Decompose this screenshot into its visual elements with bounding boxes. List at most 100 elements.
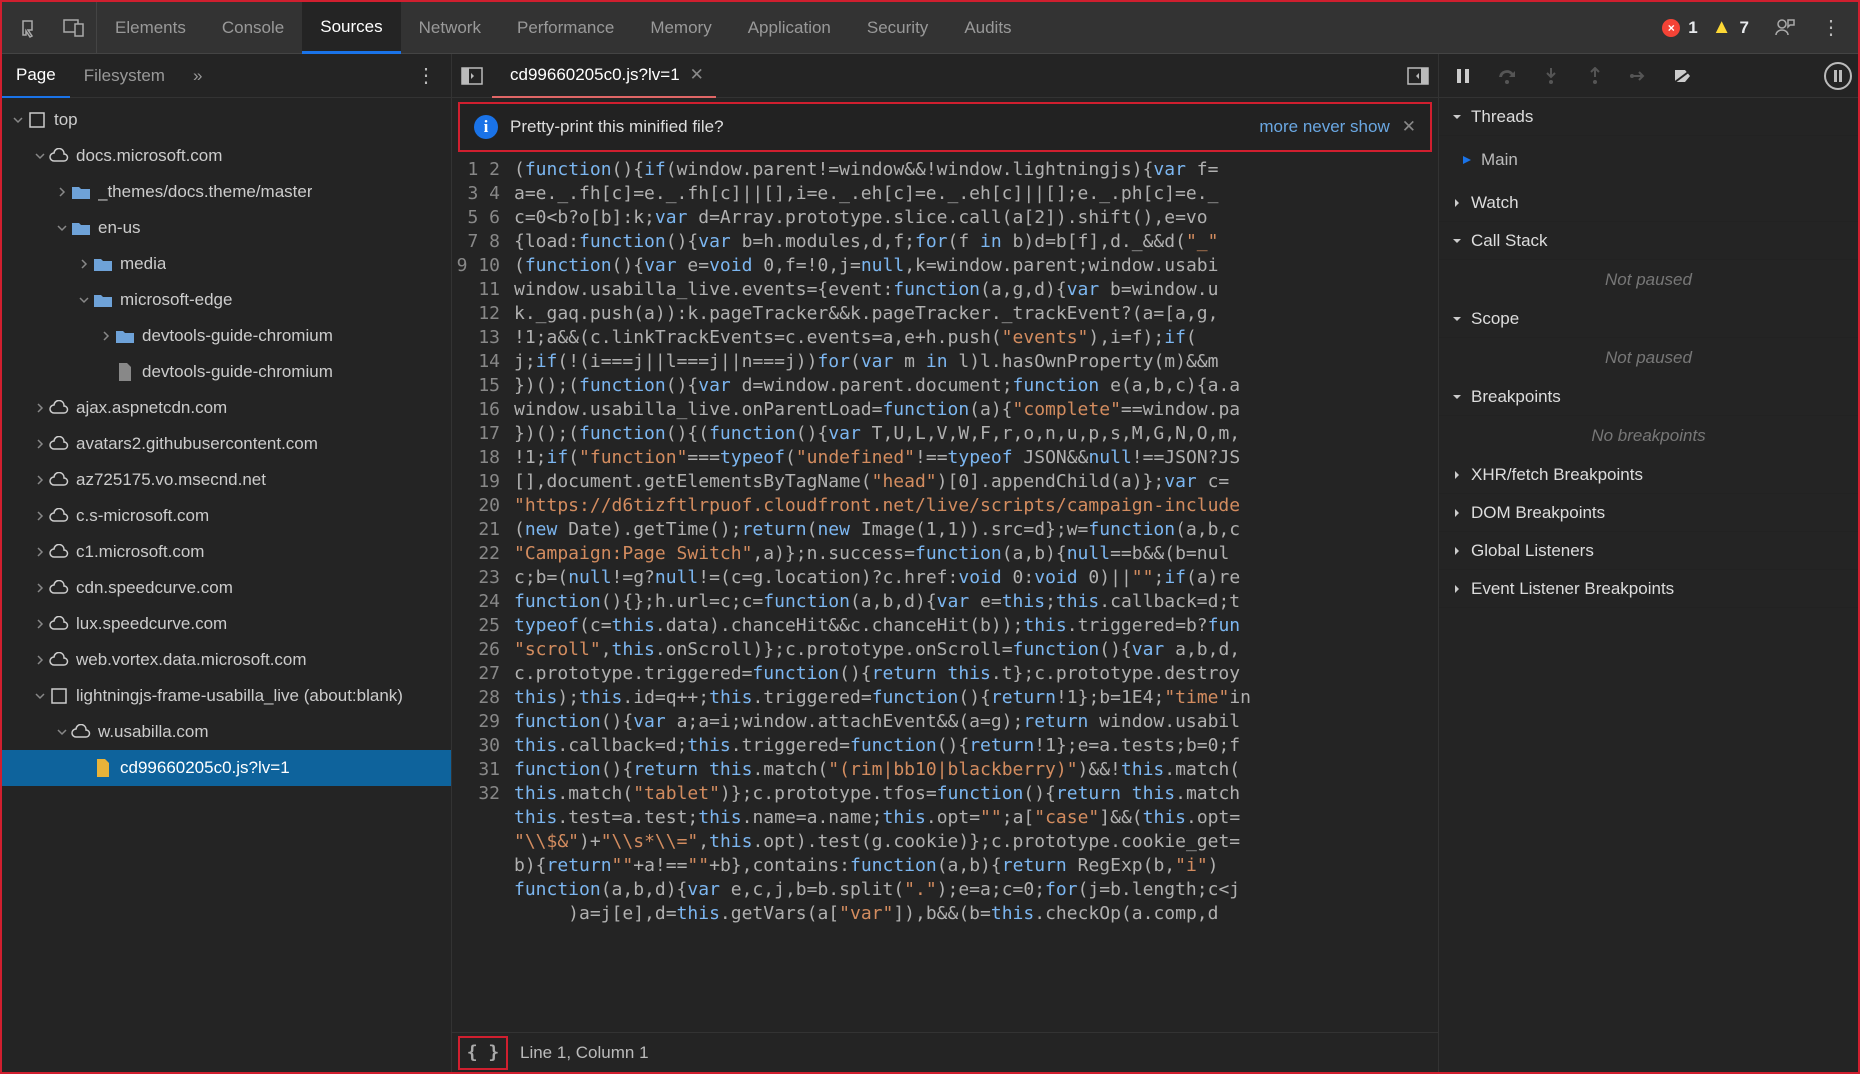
- tree-arrow-icon[interactable]: [76, 292, 92, 308]
- section-header[interactable]: Call Stack: [1439, 222, 1858, 260]
- tree-item[interactable]: devtools-guide-chromium: [2, 354, 451, 390]
- tree-item[interactable]: w.usabilla.com: [2, 714, 451, 750]
- error-count[interactable]: 1: [1688, 18, 1697, 38]
- tree-arrow-icon[interactable]: [32, 544, 48, 560]
- step-out-button[interactable]: [1577, 58, 1613, 94]
- tree-arrow-icon[interactable]: [76, 760, 92, 776]
- section-header[interactable]: Breakpoints: [1439, 378, 1858, 416]
- cloud-icon: [48, 145, 70, 167]
- tree-item[interactable]: avatars2.githubusercontent.com: [2, 426, 451, 462]
- tree-label: lightningjs-frame-usabilla_live (about:b…: [76, 686, 403, 706]
- device-toolbar-icon[interactable]: [54, 8, 94, 48]
- section-body: Not paused: [1439, 338, 1858, 378]
- tree-label: cd99660205c0.js?lv=1: [120, 758, 290, 778]
- infobar-close-icon[interactable]: ✕: [1402, 117, 1416, 137]
- tree-item[interactable]: web.vortex.data.microsoft.com: [2, 642, 451, 678]
- section-header[interactable]: Global Listeners: [1439, 532, 1858, 570]
- tree-arrow-icon[interactable]: [32, 652, 48, 668]
- editor-tabs: cd99660205c0.js?lv=1 ✕: [452, 54, 1438, 98]
- step-button[interactable]: [1621, 58, 1657, 94]
- top-tab-network[interactable]: Network: [401, 2, 499, 54]
- show-navigator-icon[interactable]: [452, 54, 492, 98]
- tree-arrow-icon[interactable]: [32, 436, 48, 452]
- section-header[interactable]: Watch: [1439, 184, 1858, 222]
- pretty-print-button[interactable]: { }: [458, 1036, 508, 1070]
- warning-count[interactable]: 7: [1740, 18, 1749, 38]
- thread-row[interactable]: Main: [1461, 144, 1858, 176]
- top-tab-security[interactable]: Security: [849, 2, 946, 54]
- tree-label: top: [54, 110, 78, 130]
- error-icon[interactable]: ×: [1662, 19, 1680, 37]
- tree-item[interactable]: ajax.aspnetcdn.com: [2, 390, 451, 426]
- inspect-icon[interactable]: [10, 8, 50, 48]
- tree-item[interactable]: devtools-guide-chromium: [2, 318, 451, 354]
- tree-arrow-icon[interactable]: [98, 328, 114, 344]
- navigator-tab-page[interactable]: Page: [2, 54, 70, 98]
- section-header[interactable]: Scope: [1439, 300, 1858, 338]
- close-icon[interactable]: ✕: [690, 65, 704, 85]
- top-tab-sources[interactable]: Sources: [302, 2, 400, 54]
- tree-arrow-icon[interactable]: [76, 256, 92, 272]
- tree-item[interactable]: media: [2, 246, 451, 282]
- tree-label: ajax.aspnetcdn.com: [76, 398, 227, 418]
- tree-item[interactable]: lux.speedcurve.com: [2, 606, 451, 642]
- feedback-icon[interactable]: [1765, 8, 1805, 48]
- pause-on-exceptions-button[interactable]: [1824, 62, 1852, 90]
- editor-tab[interactable]: cd99660205c0.js?lv=1 ✕: [492, 54, 716, 98]
- navigator-more-icon[interactable]: ⋮: [402, 63, 451, 88]
- deactivate-breakpoints-button[interactable]: [1665, 58, 1701, 94]
- more-icon[interactable]: ⋮: [1815, 15, 1848, 40]
- tree-arrow-icon[interactable]: [32, 148, 48, 164]
- editor-tab-label: cd99660205c0.js?lv=1: [510, 65, 680, 85]
- tree-label: _themes/docs.theme/master: [98, 182, 312, 202]
- show-debugger-icon[interactable]: [1398, 54, 1438, 98]
- top-tab-performance[interactable]: Performance: [499, 2, 632, 54]
- section-header[interactable]: XHR/fetch Breakpoints: [1439, 456, 1858, 494]
- navigator-overflow[interactable]: »: [179, 54, 216, 98]
- tree-arrow-icon[interactable]: [54, 184, 70, 200]
- tree-arrow-icon[interactable]: [32, 472, 48, 488]
- tree-arrow-icon[interactable]: [54, 724, 70, 740]
- tree-arrow-icon[interactable]: [98, 364, 114, 380]
- cloud-icon: [48, 649, 70, 671]
- tree-item[interactable]: c1.microsoft.com: [2, 534, 451, 570]
- code-editor[interactable]: 1 2 3 4 5 6 7 8 9 10 11 12 13 14 15 16 1…: [452, 152, 1438, 1032]
- warning-icon[interactable]: ▲: [1712, 16, 1732, 39]
- infobar-link[interactable]: more never show: [1259, 117, 1389, 137]
- top-tab-application[interactable]: Application: [730, 2, 849, 54]
- pause-button[interactable]: [1445, 58, 1481, 94]
- tree-item[interactable]: en-us: [2, 210, 451, 246]
- cloud-icon: [48, 577, 70, 599]
- tree-arrow-icon[interactable]: [32, 580, 48, 596]
- cloud-icon: [70, 721, 92, 743]
- top-tab-audits[interactable]: Audits: [946, 2, 1029, 54]
- section-header[interactable]: Threads: [1439, 98, 1858, 136]
- top-tab-console[interactable]: Console: [204, 2, 302, 54]
- tree-label: avatars2.githubusercontent.com: [76, 434, 318, 454]
- tree-item[interactable]: top: [2, 102, 451, 138]
- top-tab-memory[interactable]: Memory: [632, 2, 729, 54]
- step-over-button[interactable]: [1489, 58, 1525, 94]
- tree-arrow-icon[interactable]: [32, 400, 48, 416]
- tree-arrow-icon[interactable]: [32, 688, 48, 704]
- tree-item[interactable]: cd99660205c0.js?lv=1: [2, 750, 451, 786]
- tree-arrow-icon[interactable]: [32, 616, 48, 632]
- cloud-icon: [48, 505, 70, 527]
- tree-arrow-icon[interactable]: [10, 112, 26, 128]
- tree-item[interactable]: microsoft-edge: [2, 282, 451, 318]
- navigator-tab-filesystem[interactable]: Filesystem: [70, 54, 179, 98]
- step-into-button[interactable]: [1533, 58, 1569, 94]
- section-header[interactable]: DOM Breakpoints: [1439, 494, 1858, 532]
- tree-label: w.usabilla.com: [98, 722, 209, 742]
- folder-icon: [114, 325, 136, 347]
- tree-item[interactable]: c.s-microsoft.com: [2, 498, 451, 534]
- tree-item[interactable]: lightningjs-frame-usabilla_live (about:b…: [2, 678, 451, 714]
- tree-arrow-icon[interactable]: [54, 220, 70, 236]
- tree-item[interactable]: docs.microsoft.com: [2, 138, 451, 174]
- tree-item[interactable]: _themes/docs.theme/master: [2, 174, 451, 210]
- tree-item[interactable]: az725175.vo.msecnd.net: [2, 462, 451, 498]
- top-tab-elements[interactable]: Elements: [96, 2, 204, 54]
- tree-item[interactable]: cdn.speedcurve.com: [2, 570, 451, 606]
- tree-arrow-icon[interactable]: [32, 508, 48, 524]
- section-header[interactable]: Event Listener Breakpoints: [1439, 570, 1858, 608]
